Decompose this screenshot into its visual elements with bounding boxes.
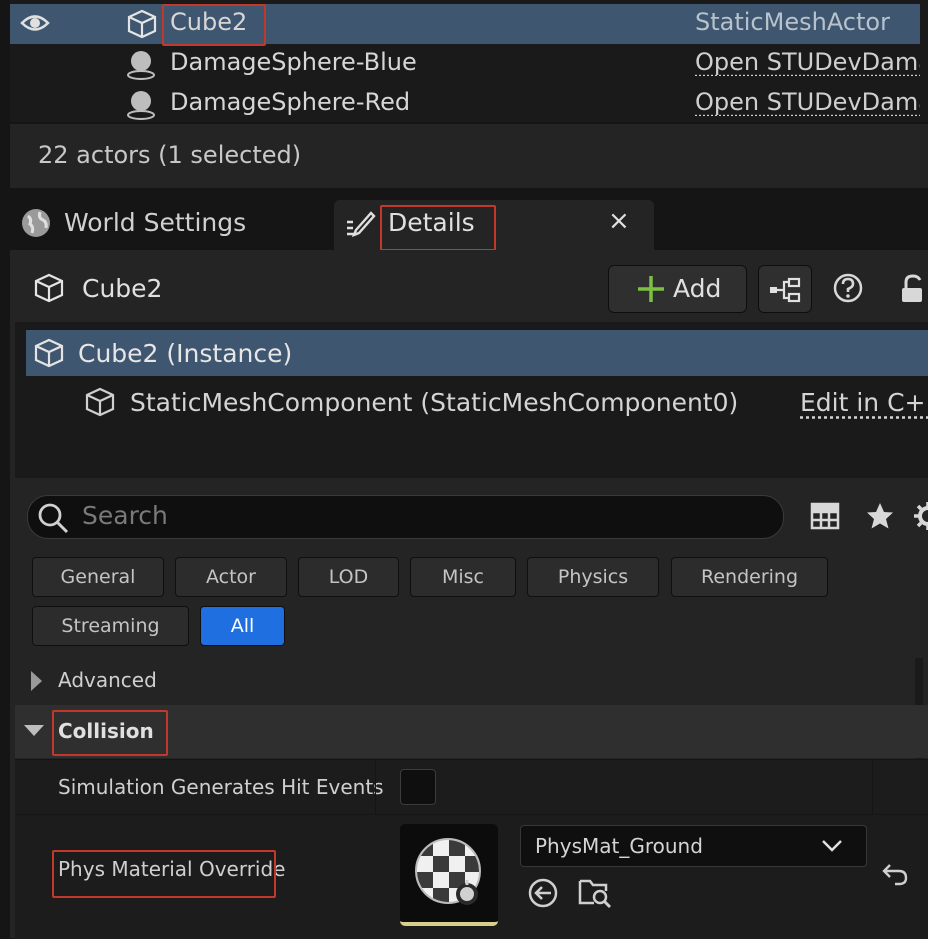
browse-to-asset-icon[interactable] (578, 875, 612, 913)
filter-all[interactable]: All (200, 606, 285, 646)
component-row-instance[interactable]: Cube2 (Instance) (26, 330, 928, 376)
component-label: StaticMeshComponent (StaticMeshComponent… (130, 388, 739, 417)
reset-to-default-icon[interactable] (881, 861, 909, 891)
phys-material-dropdown[interactable]: PhysMat_Ground (520, 825, 867, 867)
sim-hit-checkbox[interactable] (400, 769, 436, 805)
settings-gear-icon[interactable] (913, 501, 928, 535)
details-edit-icon (344, 208, 376, 246)
sphere-actor-icon (124, 48, 158, 86)
component-tree: Cube2 (Instance) StaticMeshComponent (St… (15, 322, 928, 478)
static-mesh-icon (32, 272, 66, 308)
advanced-section-header[interactable]: Advanced (15, 658, 928, 704)
tab-label: World Settings (64, 208, 247, 237)
phys-material-value: PhysMat_Ground (535, 834, 703, 858)
actor-count-text: 22 actors (1 selected) (38, 141, 302, 169)
outliner-row-damagesphere-red[interactable]: DamageSphere-Red Open STUDevDamageSphere (10, 84, 920, 124)
outliner-row-cube2[interactable]: Cube2 StaticMeshActor (10, 4, 920, 44)
static-mesh-icon (125, 8, 159, 46)
search-placeholder: Search (82, 501, 168, 530)
outliner-row-name: Cube2 (170, 8, 248, 36)
world-outliner: Cube2 StaticMeshActor DamageSphere-Blue … (10, 0, 928, 122)
property-row-phys-material: Phys Material Override PhysMat_Ground (15, 814, 928, 939)
globe-icon (20, 207, 52, 245)
phys-material-thumbnail[interactable] (400, 824, 498, 926)
details-panel: Cube2 Add Cube2 (Instance) StaticMeshCom… (10, 250, 928, 939)
table-view-icon[interactable] (810, 501, 840, 535)
close-tab-icon[interactable]: × (608, 206, 630, 236)
filter-lod[interactable]: LOD (298, 557, 399, 597)
blueprint-hierarchy-button[interactable] (758, 265, 812, 313)
search-icon (36, 501, 70, 539)
outliner-row-type: StaticMeshActor (695, 8, 890, 36)
static-mesh-icon (32, 337, 66, 373)
outliner-status-bar: 22 actors (1 selected) (10, 124, 928, 188)
open-blueprint-link[interactable]: Open STUDevDamageSphere (695, 88, 920, 116)
details-search-input[interactable]: Search (27, 495, 784, 539)
use-selected-asset-icon[interactable] (527, 877, 559, 913)
tab-label: Details (388, 208, 475, 237)
add-component-button[interactable]: Add (608, 265, 747, 313)
collision-label: Collision (58, 719, 154, 743)
outliner-row-name: DamageSphere-Blue (170, 48, 417, 76)
panel-tab-bar: World Settings Details × (10, 192, 928, 250)
filter-misc[interactable]: Misc (410, 557, 516, 597)
chevron-down-icon (821, 838, 843, 857)
collision-section-header[interactable]: Collision (15, 705, 928, 758)
outliner-row-name: DamageSphere-Red (170, 88, 411, 116)
filter-actor[interactable]: Actor (175, 557, 287, 597)
tab-world-settings[interactable]: World Settings (20, 200, 320, 250)
open-blueprint-link[interactable]: Open STUDevDamageSphere (695, 48, 920, 76)
property-row-sim-hit-events: Simulation Generates Hit Events (15, 759, 928, 814)
instance-label: Cube2 (Instance) (78, 339, 293, 368)
component-row-staticmesh[interactable]: StaticMeshComponent (StaticMeshComponent… (75, 380, 928, 424)
visibility-eye-icon[interactable] (20, 10, 50, 42)
filter-rendering[interactable]: Rendering (671, 557, 828, 597)
filter-physics[interactable]: Physics (527, 557, 659, 597)
outliner-row-damagesphere-blue[interactable]: DamageSphere-Blue Open STUDevDamageSpher… (10, 44, 920, 84)
filter-general[interactable]: General (32, 557, 164, 597)
actor-name-label: Cube2 (82, 274, 163, 303)
hierarchy-icon (769, 276, 801, 308)
tab-details[interactable]: Details × (334, 200, 654, 250)
property-label: Simulation Generates Hit Events (58, 775, 384, 799)
static-mesh-component-icon (83, 386, 117, 422)
property-label: Phys Material Override (58, 857, 286, 881)
plus-icon (637, 274, 665, 308)
collapse-arrow-icon (23, 722, 45, 741)
help-icon[interactable] (832, 272, 864, 308)
favorites-star-icon[interactable] (865, 501, 895, 535)
lock-icon[interactable] (898, 274, 928, 308)
add-button-label: Add (673, 274, 722, 303)
expand-arrow-icon (29, 670, 43, 696)
phys-material-icon (413, 836, 485, 912)
edit-in-cpp-link[interactable]: Edit in C++ (800, 388, 928, 417)
filter-streaming[interactable]: Streaming (32, 606, 189, 646)
advanced-label: Advanced (58, 668, 157, 692)
sphere-actor-icon (124, 88, 158, 126)
